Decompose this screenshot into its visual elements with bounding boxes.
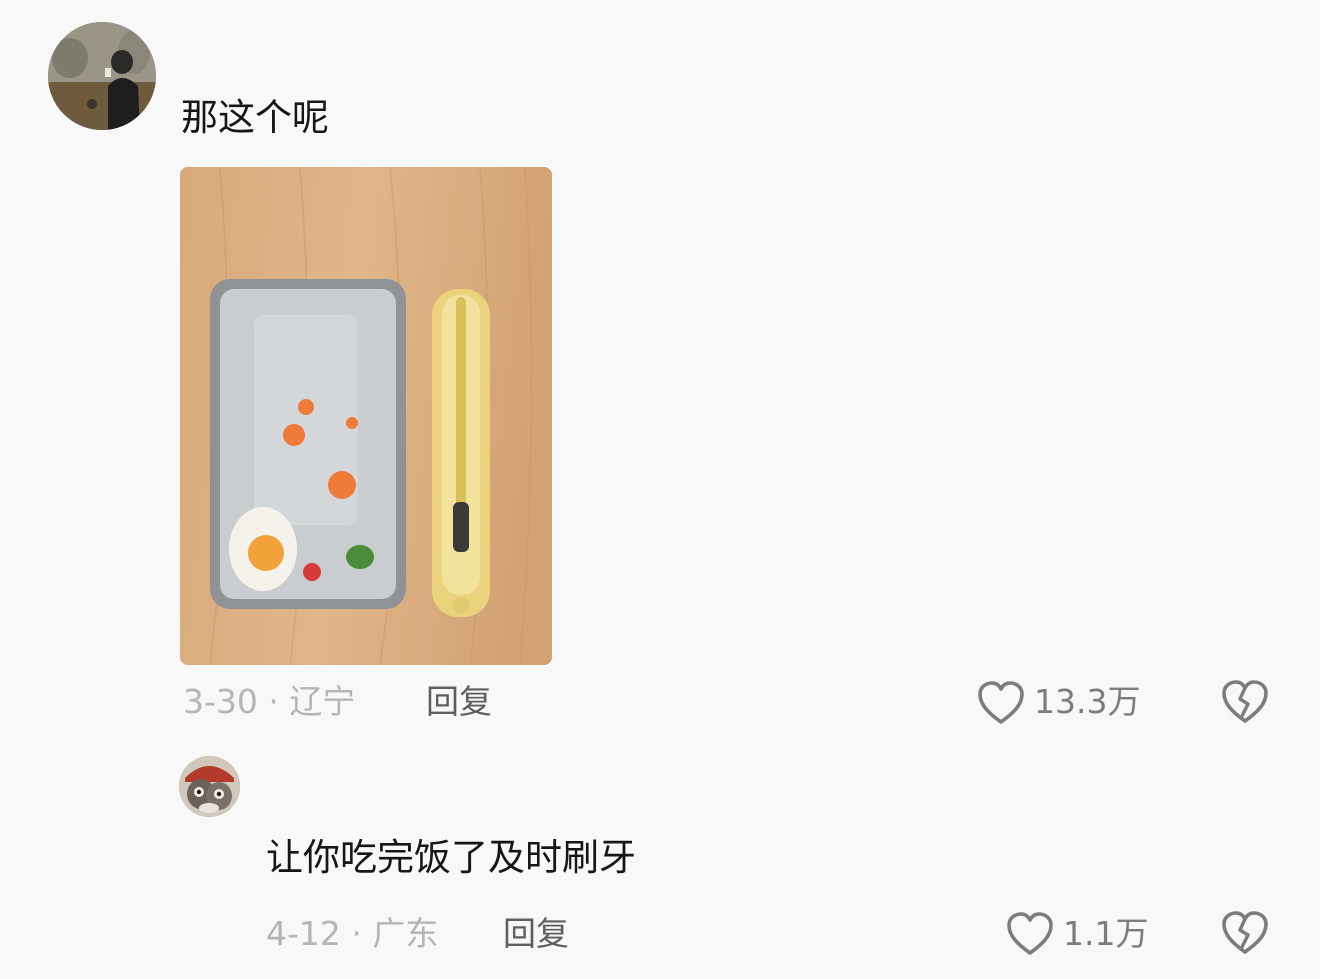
like-count: 13.3万	[1034, 682, 1141, 721]
avatar[interactable]	[48, 22, 156, 130]
comment-text: 让你吃完饭了及时刷牙	[266, 836, 636, 879]
broken-heart-icon[interactable]	[1221, 679, 1269, 725]
avatar[interactable]	[179, 756, 240, 817]
heart-outline-icon[interactable]	[1006, 911, 1054, 957]
heart-outline-icon[interactable]	[977, 680, 1025, 726]
comment-photo[interactable]	[180, 167, 552, 665]
broken-heart-icon[interactable]	[1221, 910, 1269, 956]
reply-button[interactable]: 回复	[426, 682, 492, 722]
reply-button[interactable]: 回复	[503, 914, 569, 954]
comment-text: 那这个呢	[181, 96, 329, 139]
comment-date-location: 4-12 · 广东	[266, 914, 439, 953]
like-count: 1.1万	[1063, 914, 1149, 953]
comment-date-location: 3-30 · 辽宁	[183, 682, 356, 721]
